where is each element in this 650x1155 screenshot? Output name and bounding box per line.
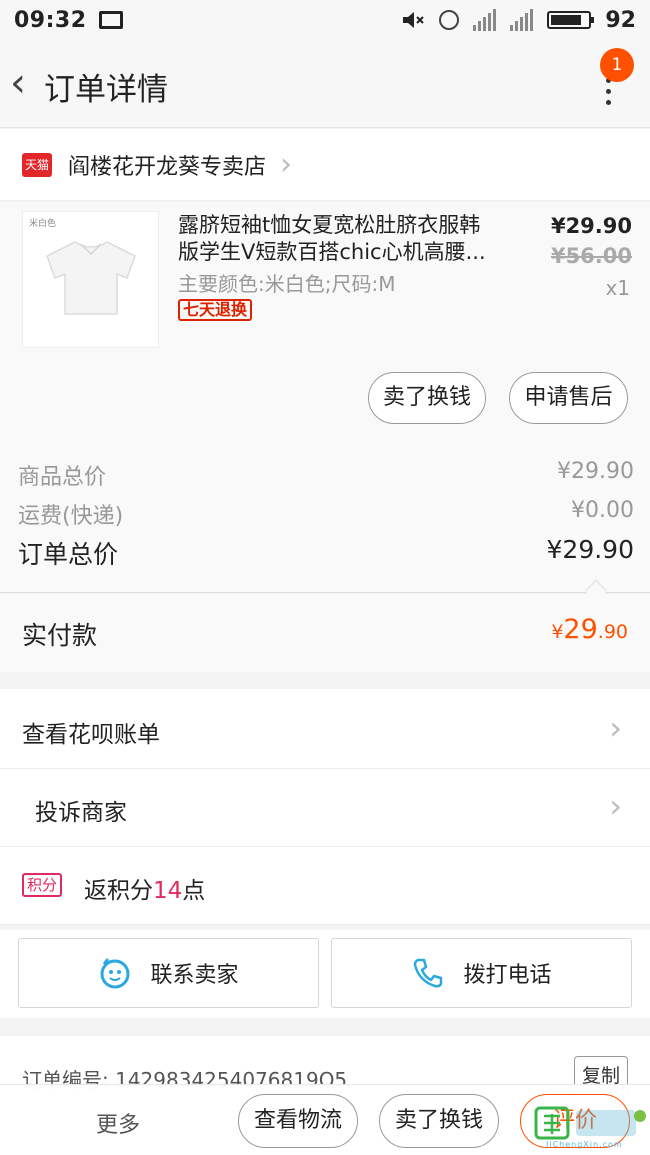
chevron-right-icon: › [609,787,622,825]
call-phone-label: 拨打电话 [463,963,552,988]
goods-total-value: ¥29.90 [557,459,634,484]
signal-icon [473,9,497,31]
points-suffix: 点 [182,878,206,904]
thumb-color-tag: 米白色 [29,219,57,229]
status-bar: 09:32 92 [0,0,650,40]
product-title-line: 版学生V短款百搭chic心机高腰... [178,240,486,264]
contact-section: 联系卖家 拨打电话 [0,930,650,1018]
goods-total-label: 商品总价 [18,465,107,490]
call-phone-button[interactable]: 拨打电话 [331,938,632,1008]
tshirt-image [46,241,136,315]
product-price: ¥29.90 [550,214,632,238]
sell-button[interactable]: 卖了换钱 [368,372,486,424]
chevron-right-icon: › [280,147,293,182]
order-total-value: ¥29.90 [546,535,634,564]
order-total-row: 订单总价 ¥29.90 [18,535,634,571]
currency-symbol: ¥ [551,621,564,643]
product-original-price: ¥56.00 [550,244,632,268]
actual-payment-row: 实付款 ¥29.90 [0,594,650,672]
amount-decimal: .90 [597,621,628,643]
huabei-bill-label: 查看花呗账单 [22,722,160,748]
points-badge: 积分 [22,873,63,897]
sell-button[interactable]: 卖了换钱 [379,1094,499,1148]
contact-seller-button[interactable]: 联系卖家 [18,938,319,1008]
alarm-icon [439,10,460,30]
shop-row[interactable]: 天猫 阎楼花开龙葵专卖店 › [0,129,650,201]
action-links: 查看花呗账单 › 投诉商家 › 积分 返积分14点 [0,689,650,925]
view-logistics-button[interactable]: 查看物流 [238,1094,358,1148]
goods-total-row: 商品总价 ¥29.90 [18,459,634,491]
amount-integer: 29 [563,614,598,645]
points-prefix: 返积分 [84,878,153,904]
points-row: 积分 返积分14点 [0,847,650,925]
back-arrow-icon[interactable]: ‹ [10,63,26,103]
status-time: 09:32 [14,7,87,33]
divider [0,592,650,593]
complain-label: 投诉商家 [35,800,127,826]
product-title[interactable]: 露脐短袖t恤女夏宽松肚脐衣服韩 版学生V短款百搭chic心机高腰... [178,212,498,266]
shipping-row: 运费(快递) ¥0.00 [18,498,634,530]
product-spec: 主要颜色:米白色;尺码:M [178,272,396,296]
tmall-icon: 天猫 [22,152,52,177]
battery-icon [547,11,595,29]
page-title: 订单详情 [44,72,168,108]
chat-bubble-icon [100,958,130,989]
shop-name: 阎楼花开龙葵专卖店 [68,154,267,180]
shipping-label: 运费(快递) [18,504,124,529]
actual-payment-amount: ¥29.90 [551,614,628,645]
price-summary: 商品总价 ¥29.90 运费(快递) ¥0.00 订单总价 ¥29.90 [0,435,650,603]
complain-row[interactable]: 投诉商家 › [0,769,650,847]
gallery-icon [98,11,123,29]
points-number: 14 [153,878,183,904]
signal-4g-icon [510,9,534,31]
status-icons: 92 [401,8,636,33]
product-item[interactable]: 米白色 露脐短袖t恤女夏宽松肚脐衣服韩 版学生V短款百搭chic心机高腰... … [0,202,650,435]
notification-badge: 1 [600,48,634,82]
after-sale-button[interactable]: 申请售后 [509,372,628,424]
chevron-right-icon: › [609,709,622,747]
battery-level: 92 [605,7,636,33]
more-button[interactable]: 更多 [96,1107,140,1139]
points-text: 返积分14点 [84,871,205,905]
watermark-text: JiChengXin.com [546,1140,623,1149]
phone-icon [414,958,443,988]
actual-payment-label: 实付款 [22,621,98,650]
product-thumbnail[interactable]: 米白色 [22,211,159,348]
header: ‹ 订单详情 1 [0,40,650,128]
product-title-line: 露脐短袖t恤女夏宽松肚脐衣服韩 [178,213,481,237]
mute-icon [403,12,425,28]
product-quantity: x1 [605,276,630,300]
order-total-label: 订单总价 [18,540,119,569]
shipping-value: ¥0.00 [571,498,634,523]
contact-seller-label: 联系卖家 [150,963,239,988]
huabei-bill-row[interactable]: 查看花呗账单 › [0,689,650,769]
return-policy-tag: 七天退换 [178,299,253,321]
